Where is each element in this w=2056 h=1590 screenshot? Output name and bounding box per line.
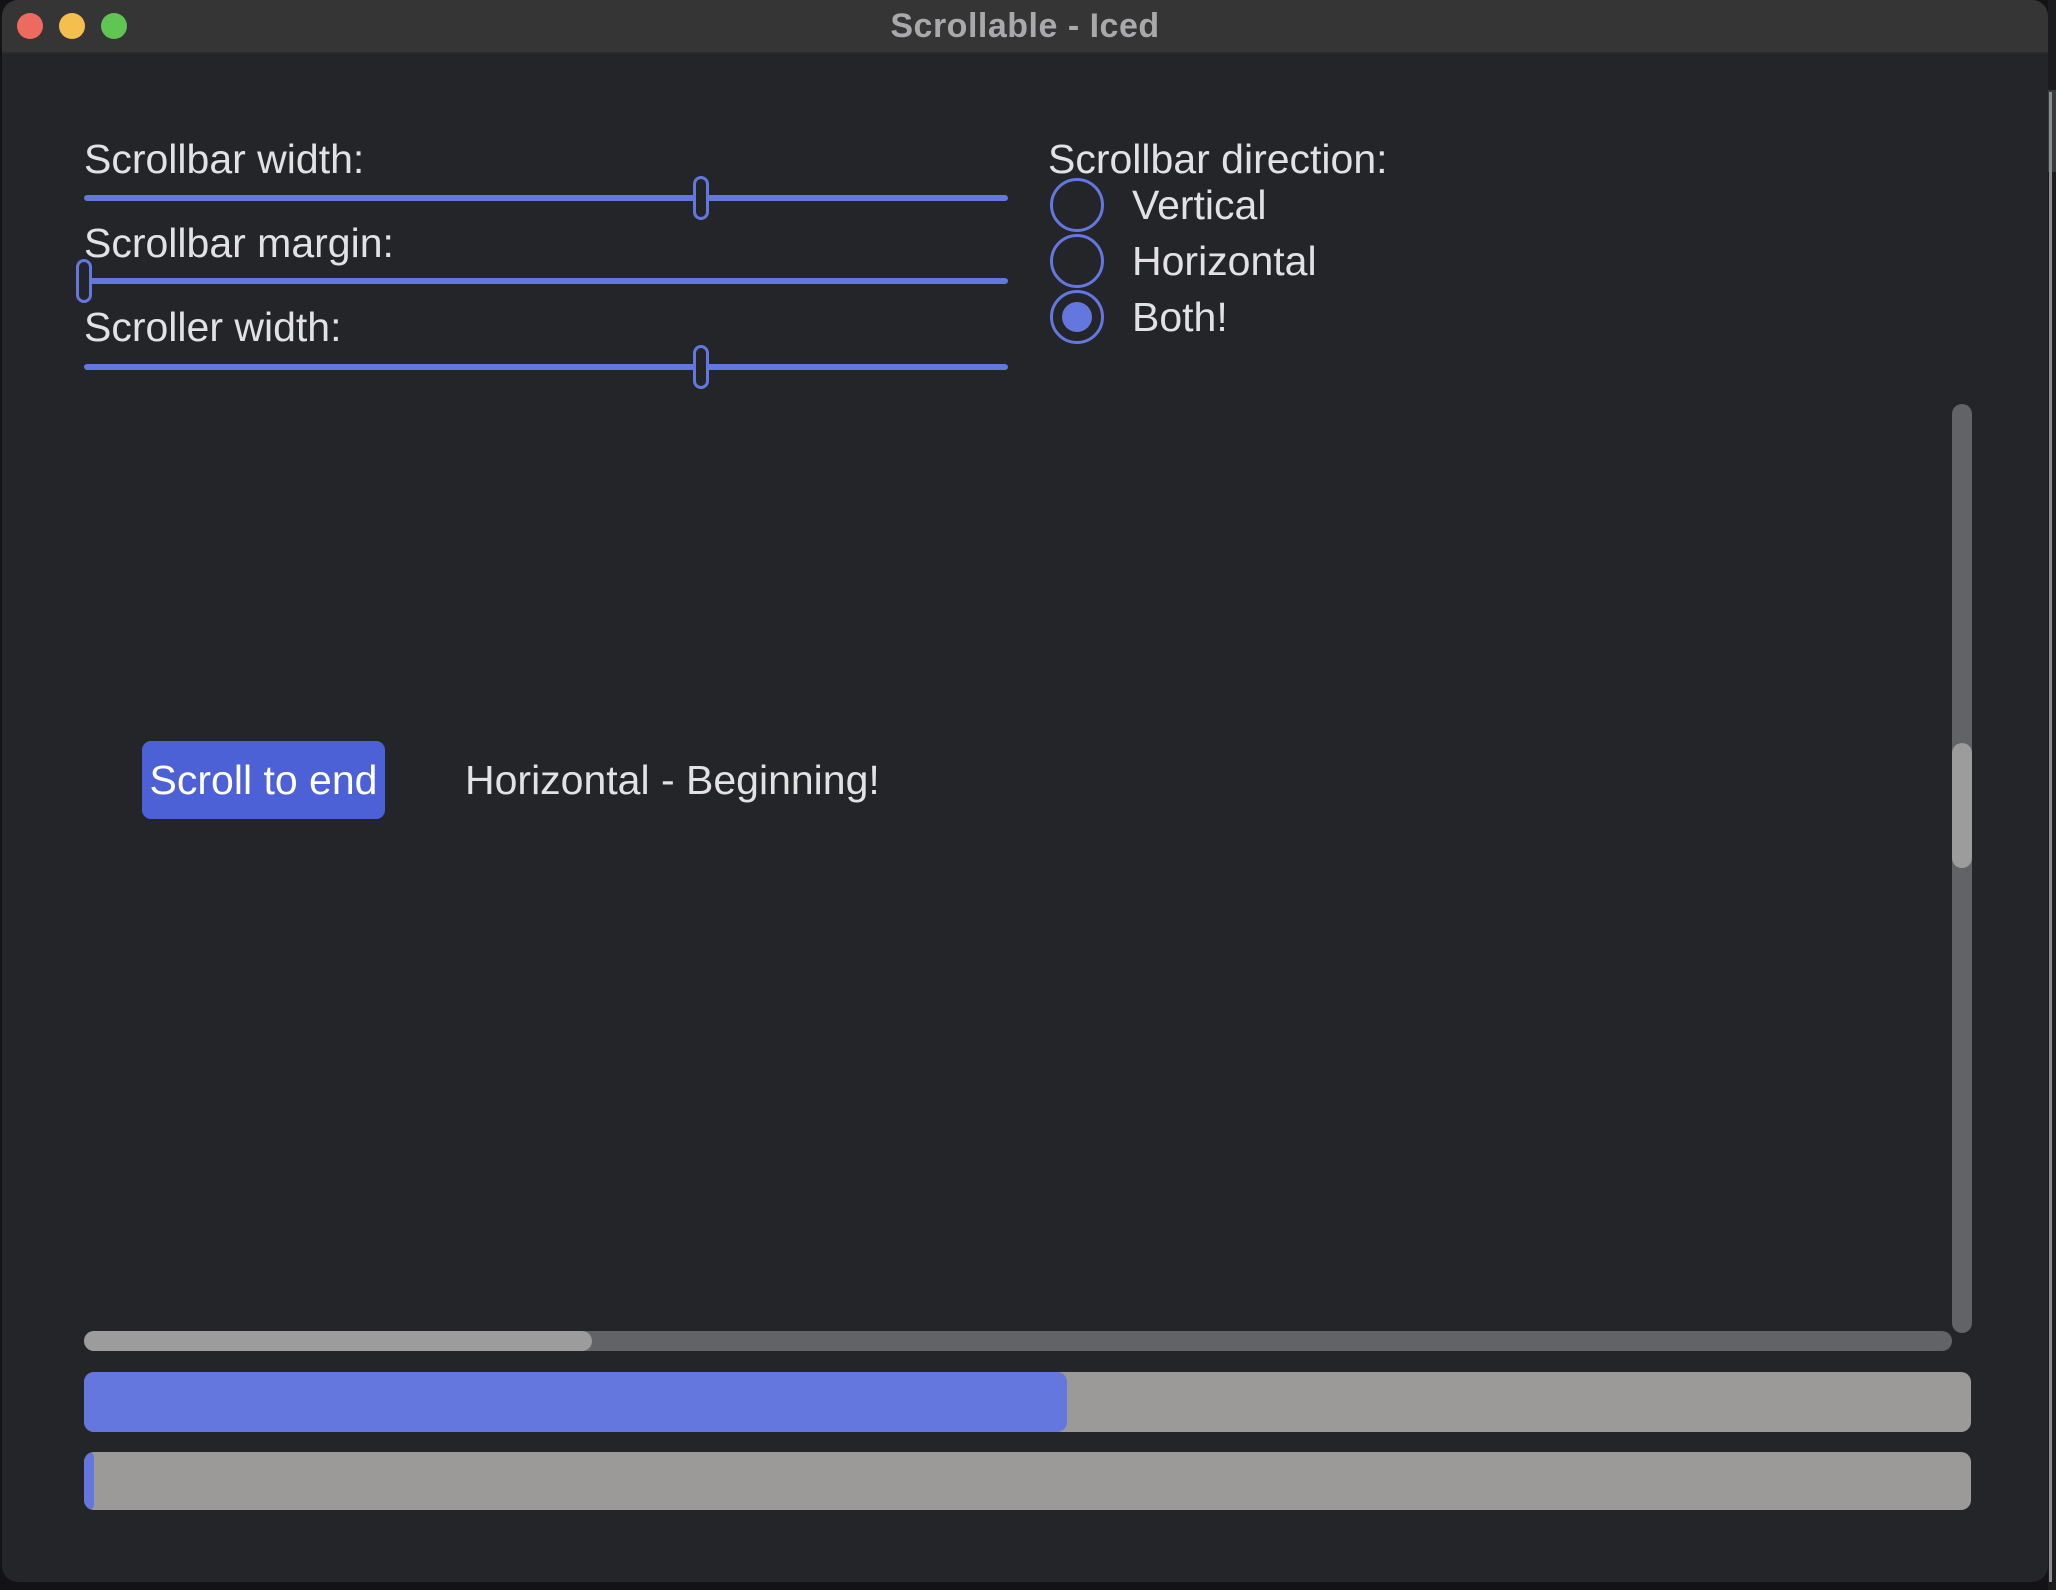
scroll-to-end-button[interactable]: Scroll to end	[142, 741, 385, 819]
minimize-window-button[interactable]	[59, 13, 85, 39]
radio-circle-icon[interactable]	[1050, 290, 1104, 344]
horizontal-progress-fill	[84, 1372, 1067, 1432]
slider-rail[interactable]	[84, 195, 1008, 201]
window-title: Scrollable - Iced	[890, 7, 1159, 46]
radio-option-both[interactable]: Both!	[1050, 290, 1228, 344]
radio-option-horizontal[interactable]: Horizontal	[1050, 234, 1317, 288]
close-window-button[interactable]	[17, 13, 43, 39]
scroller-width-slider[interactable]	[84, 345, 1008, 389]
radio-option-label: Horizontal	[1132, 238, 1317, 285]
horizontal-progress-bar	[84, 1372, 1971, 1432]
scrollbar-width-slider[interactable]	[84, 176, 1008, 220]
app-window: Scrollable - Iced Scrollbar width: Scrol…	[2, 0, 2048, 1582]
slider-rail[interactable]	[84, 364, 1008, 370]
slider-handle-0[interactable]	[693, 176, 709, 220]
scrollbar-margin-slider[interactable]	[84, 259, 1008, 303]
slider-handle-1[interactable]	[76, 259, 92, 303]
scroll-status-text: Horizontal - Beginning!	[465, 741, 880, 819]
vertical-scrollbar-thumb[interactable]	[1952, 743, 1972, 868]
title-bar: Scrollable - Iced	[2, 0, 2048, 54]
zoom-window-button[interactable]	[101, 13, 127, 39]
radio-dot-icon	[1062, 302, 1092, 332]
radio-circle-icon[interactable]	[1050, 234, 1104, 288]
radio-option-vertical[interactable]: Vertical	[1050, 178, 1266, 232]
background-window-edge-line	[2049, 92, 2052, 1582]
radio-circle-icon[interactable]	[1050, 178, 1104, 232]
vertical-progress-fill	[84, 1452, 94, 1510]
radio-option-label: Vertical	[1132, 182, 1266, 229]
horizontal-scrollbar-thumb[interactable]	[84, 1331, 592, 1351]
vertical-progress-bar	[84, 1452, 1971, 1510]
slider-handle-2[interactable]	[693, 345, 709, 389]
vertical-scrollbar-rail[interactable]	[1952, 404, 1972, 1333]
slider-rail[interactable]	[84, 278, 1008, 284]
radio-option-label: Both!	[1132, 294, 1228, 341]
horizontal-scrollbar-rail[interactable]	[84, 1331, 1952, 1351]
